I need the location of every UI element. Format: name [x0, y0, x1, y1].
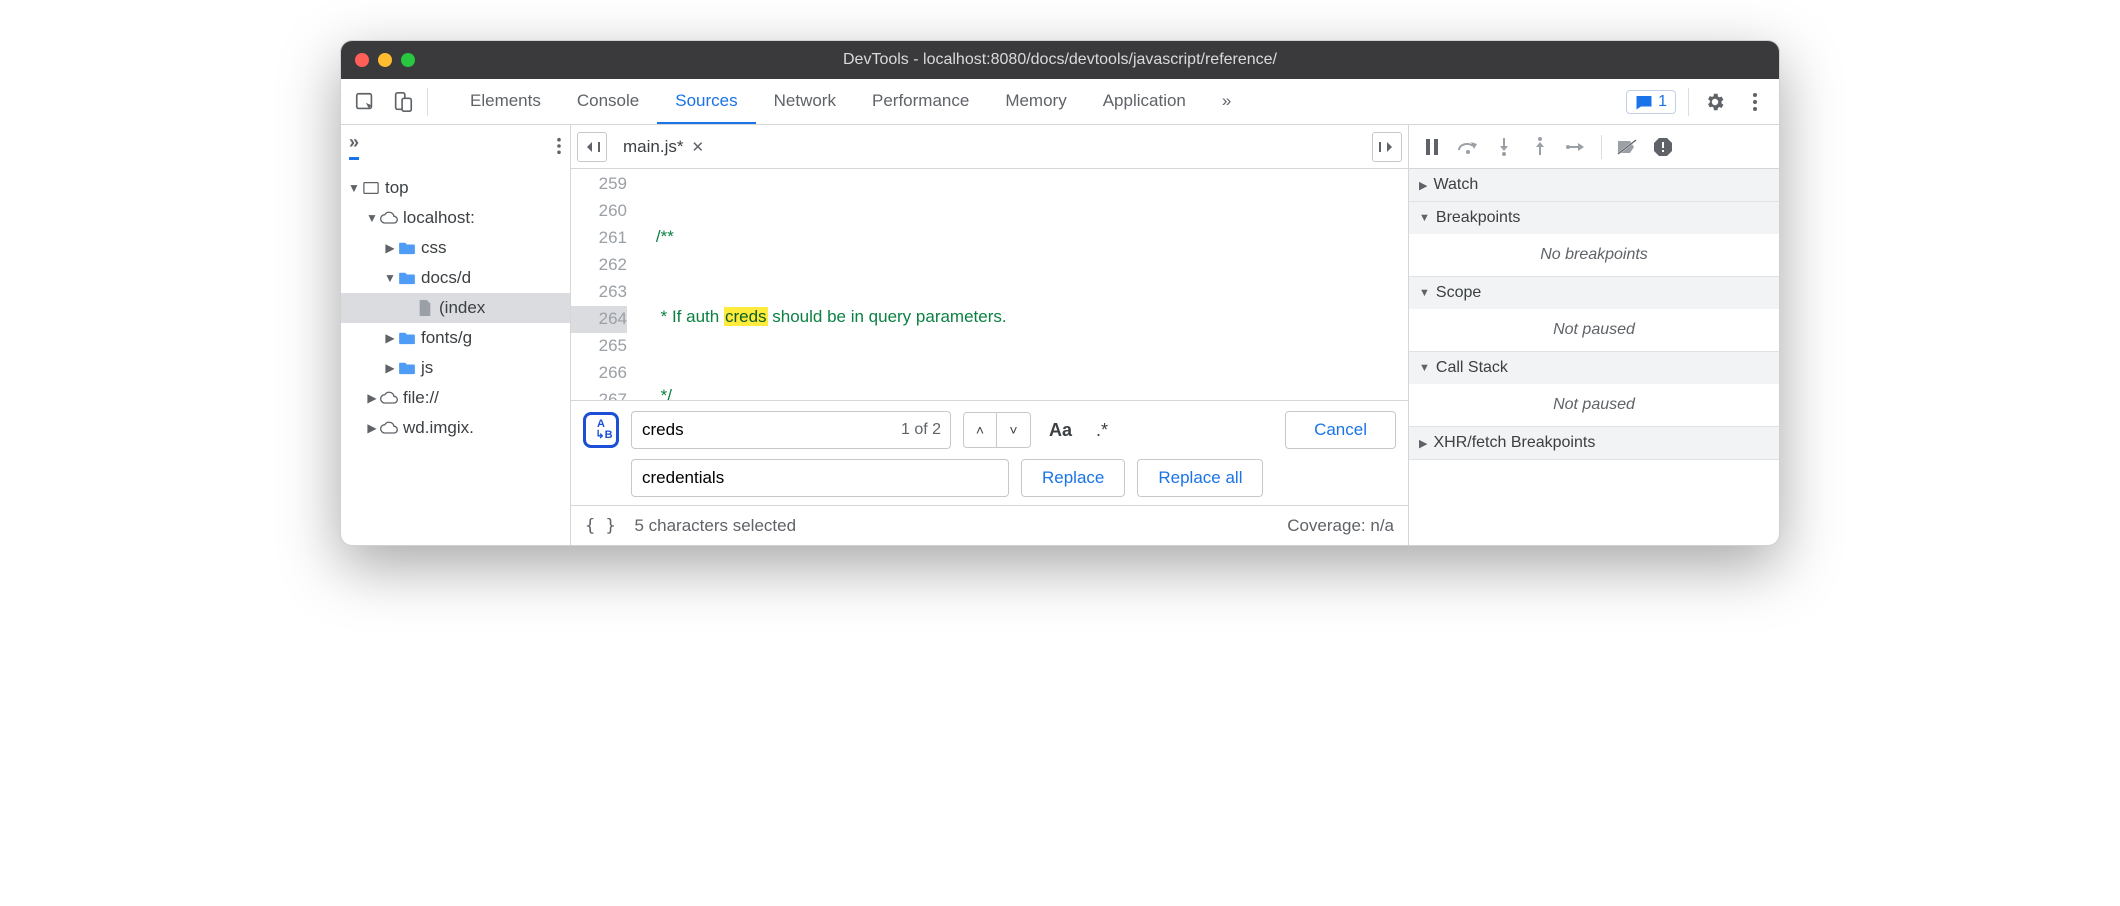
navigator-menu-icon[interactable]	[556, 137, 562, 155]
folder-icon	[397, 271, 417, 285]
main-area: » ▼ top ▼ localhost: ▶	[341, 125, 1779, 545]
traffic-lights	[355, 53, 415, 67]
tree-top[interactable]: ▼ top	[341, 173, 570, 203]
pretty-print-icon[interactable]: { }	[585, 516, 616, 536]
tree-index[interactable]: (index	[341, 293, 570, 323]
coverage-status: Coverage: n/a	[1287, 516, 1394, 536]
tree-js[interactable]: ▶ js	[341, 353, 570, 383]
find-prev-button[interactable]: ˄	[963, 412, 997, 448]
kebab-menu-icon[interactable]	[1741, 88, 1769, 116]
close-window-button[interactable]	[355, 53, 369, 67]
cloud-icon	[379, 391, 399, 405]
tab-sources[interactable]: Sources	[657, 79, 755, 124]
file-icon	[415, 300, 435, 316]
toolbar-right: 1	[1626, 88, 1769, 116]
scope-panel[interactable]: ▼Scope Not paused	[1409, 277, 1779, 352]
inspect-element-icon[interactable]	[351, 88, 379, 116]
toolbar-divider	[1688, 88, 1689, 116]
debug-controls	[1409, 125, 1779, 169]
file-tree: ▼ top ▼ localhost: ▶ css ▼ docs/	[341, 169, 570, 447]
close-tab-icon[interactable]: ✕	[691, 138, 704, 156]
tree-css[interactable]: ▶ css	[341, 233, 570, 263]
step-over-icon[interactable]	[1455, 134, 1481, 160]
tab-console[interactable]: Console	[559, 79, 657, 124]
tab-elements[interactable]: Elements	[452, 79, 559, 124]
cloud-icon	[379, 421, 399, 435]
folder-icon	[397, 331, 417, 345]
callstack-panel[interactable]: ▼Call Stack Not paused	[1409, 352, 1779, 427]
editor-tabs: main.js* ✕	[571, 125, 1408, 169]
watch-panel[interactable]: ▶Watch	[1409, 169, 1779, 202]
selection-status: 5 characters selected	[634, 516, 796, 535]
step-icon[interactable]	[1563, 134, 1589, 160]
history-back-icon[interactable]	[577, 132, 607, 162]
folder-icon	[397, 361, 417, 375]
step-into-icon[interactable]	[1491, 134, 1517, 160]
find-replace-bar: A↳B 1 of 2 ˄ ˅ Aa .* Cancel	[571, 400, 1408, 505]
file-tab-main-js[interactable]: main.js* ✕	[617, 137, 710, 157]
toggle-replace-icon[interactable]: A↳B	[583, 412, 619, 448]
tab-application[interactable]: Application	[1085, 79, 1204, 124]
deactivate-breakpoints-icon[interactable]	[1614, 134, 1640, 160]
settings-icon[interactable]	[1701, 88, 1729, 116]
match-case-toggle[interactable]: Aa	[1043, 420, 1078, 441]
debugger-sidebar: ▶Watch ▼Breakpoints No breakpoints ▼Scop…	[1409, 125, 1779, 545]
pause-icon[interactable]	[1419, 134, 1445, 160]
issues-badge[interactable]: 1	[1626, 90, 1676, 114]
status-bar: { } 5 characters selected Coverage: n/a	[571, 505, 1408, 545]
navigator-sidebar: » ▼ top ▼ localhost: ▶	[341, 125, 571, 545]
code-editor[interactable]: 259 260 261 262 263 264 265 266 267 /** …	[571, 169, 1408, 400]
titlebar: DevTools - localhost:8080/docs/devtools/…	[341, 41, 1779, 79]
device-toggle-icon[interactable]	[389, 88, 417, 116]
folder-icon	[397, 241, 417, 255]
tree-wd[interactable]: ▶ wd.imgix.	[341, 413, 570, 443]
xhr-breakpoints-panel[interactable]: ▶XHR/fetch Breakpoints	[1409, 427, 1779, 460]
tree-fonts[interactable]: ▶ fonts/g	[341, 323, 570, 353]
tab-performance[interactable]: Performance	[854, 79, 987, 124]
editor-column: main.js* ✕ 259 260 261 262 263 264 265 2…	[571, 125, 1409, 545]
tree-docs[interactable]: ▼ docs/d	[341, 263, 570, 293]
toolbar-divider	[427, 88, 428, 116]
history-forward-icon[interactable]	[1372, 132, 1402, 162]
code-body[interactable]: /** * If auth creds should be in query p…	[637, 169, 1408, 400]
tab-network[interactable]: Network	[756, 79, 854, 124]
minimize-window-button[interactable]	[378, 53, 392, 67]
tree-host[interactable]: ▼ localhost:	[341, 203, 570, 233]
navigator-tabs-overflow-icon[interactable]: »	[349, 132, 359, 160]
devtools-window: DevTools - localhost:8080/docs/devtools/…	[340, 40, 1780, 546]
issues-count: 1	[1658, 93, 1667, 111]
cloud-icon	[379, 211, 399, 225]
line-gutter: 259 260 261 262 263 264 265 266 267	[571, 169, 637, 400]
replace-input[interactable]	[631, 459, 1009, 497]
find-next-button[interactable]: ˅	[997, 412, 1031, 448]
pause-on-exceptions-icon[interactable]	[1650, 134, 1676, 160]
issues-icon	[1635, 94, 1653, 110]
regex-toggle[interactable]: .*	[1090, 420, 1114, 441]
replace-all-button[interactable]: Replace all	[1137, 459, 1263, 497]
toolbar: Elements Console Sources Network Perform…	[341, 79, 1779, 125]
breakpoints-panel[interactable]: ▼Breakpoints No breakpoints	[1409, 202, 1779, 277]
tabs-overflow-icon[interactable]: »	[1204, 79, 1249, 124]
navigator-head: »	[341, 125, 570, 169]
frame-icon	[361, 181, 381, 195]
window-title: DevTools - localhost:8080/docs/devtools/…	[843, 51, 1277, 69]
step-out-icon[interactable]	[1527, 134, 1553, 160]
tab-memory[interactable]: Memory	[987, 79, 1084, 124]
cancel-button[interactable]: Cancel	[1285, 411, 1396, 449]
panel-tabs: Elements Console Sources Network Perform…	[452, 79, 1616, 124]
search-match: creds	[724, 307, 768, 326]
match-count: 1 of 2	[901, 411, 941, 449]
replace-button[interactable]: Replace	[1021, 459, 1125, 497]
zoom-window-button[interactable]	[401, 53, 415, 67]
tree-file[interactable]: ▶ file://	[341, 383, 570, 413]
